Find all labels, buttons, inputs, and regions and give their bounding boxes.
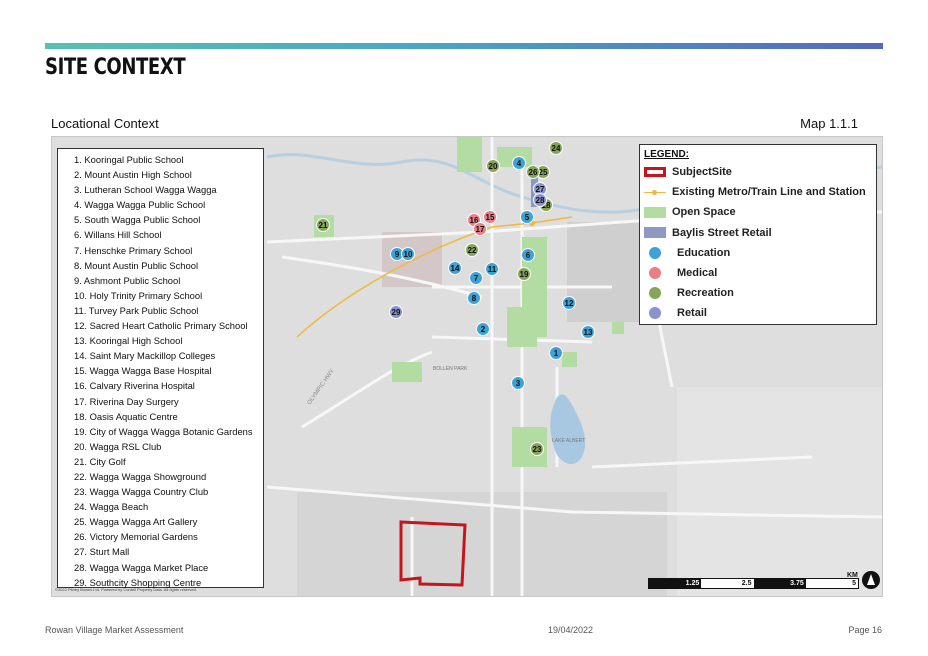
poi-item: 17. Riverina Day Surgery [74,395,179,407]
legend-item: Baylis Street Retail [644,223,876,243]
poi-item: 23. Wagga Wagga Country Club [74,486,209,498]
poi-list: 1. Kooringal Public School 2. Mount Aust… [57,148,264,588]
legend-item: Education [644,243,876,263]
poi-item: 26. Victory Memorial Gardens [74,531,198,543]
poi-item: 1. Kooringal Public School [74,154,184,165]
map-attribution: ©2022 Pitney Bowes Ltd. Powered by Corde… [55,587,197,592]
map-marker-6[interactable]: 6 [521,248,535,262]
map-marker-14[interactable]: 14 [448,261,462,275]
scale-bar: 1.25 2.5 3.75 5 [648,578,859,589]
map-marker-26[interactable]: 26 [526,165,540,179]
location-map[interactable]: BOLLEN PARK LAKE ALBERT OLYMPIC HWY 1234… [51,136,883,597]
poi-item: 25. Wagga Wagga Art Gallery [74,516,198,528]
legend-label: Existing Metro/Train Line and Station [672,186,866,199]
footer-document-title: Rowan Village Market Assessment [45,625,184,635]
poi-item: 24. Wagga Beach [74,501,149,513]
map-marker-4[interactable]: 4 [512,156,526,170]
poi-item: 12. Sacred Heart Catholic Primary School [74,320,248,332]
legend-item: Retail [644,303,876,323]
poi-item: 11. Turvey Park Public School [74,304,199,316]
map-marker-21[interactable]: 21 [316,218,330,232]
map-marker-1[interactable]: 1 [549,346,563,360]
legend-swatch-site-icon [644,167,666,178]
poi-item: 18. Oasis Aquatic Centre [74,410,178,422]
legend-title: LEGEND: [644,149,689,160]
poi-item: 8. Mount Austin Public School [74,259,199,271]
legend-label: Medical [677,267,718,280]
poi-item: 4. Wagga Wagga Public School [74,199,206,211]
poi-item: 2. Mount Austin High School [74,169,192,181]
map-marker-24[interactable]: 24 [549,141,563,155]
map-marker-10[interactable]: 10 [401,247,415,261]
poi-item: 13. Kooringal High School [74,335,183,347]
legend-label: Open Space [672,206,736,219]
scale-tick: 1.25 [649,579,702,588]
north-arrow-icon [862,571,880,589]
map-subtitle: Locational Context [51,116,159,131]
map-marker-3[interactable]: 3 [511,376,525,390]
map-marker-7[interactable]: 7 [469,271,483,285]
legend-item: Recreation [644,283,876,303]
legend-item: Existing Metro/Train Line and Station [644,182,876,202]
poi-item: 21. City Golf [74,455,126,467]
poi-item: 16. Calvary Riverina Hospital [74,380,195,392]
footer-page-number: Page 16 [848,625,882,635]
scale-tick: 2.5 [701,579,754,588]
legend-label: Retail [677,307,707,320]
poi-item: 10. Holy Trinity Primary School [74,289,203,301]
map-marker-17[interactable]: 17 [473,222,487,236]
legend-swatch-rail-icon [644,187,666,198]
poi-item: 27. Sturt Mall [74,546,130,558]
map-marker-8[interactable]: 8 [467,291,481,305]
legend-item: Open Space [644,202,876,222]
map-legend: LEGEND: SubjectSite Existing Metro/Train … [639,144,877,325]
legend-label: Baylis Street Retail [672,226,772,239]
lake-label: LAKE ALBERT [552,438,585,444]
legend-item: Medical [644,263,876,283]
legend-label: Recreation [677,287,734,300]
poi-item: 20. Wagga RSL Club [74,440,162,452]
legend-item: SubjectSite [644,162,876,182]
poi-item: 5. South Wagga Public School [74,214,201,226]
map-marker-29[interactable]: 29 [389,305,403,319]
park-label: BOLLEN PARK [433,366,468,372]
poi-item: 15. Wagga Wagga Base Hospital [74,365,212,377]
map-reference: Map 1.1.1 [800,116,858,131]
poi-item: 28. Wagga Wagga Market Place [74,561,209,573]
poi-item: 22. Wagga Wagga Showground [74,470,207,482]
poi-item: 6. Willans Hill School [74,229,162,241]
poi-item: 14. Saint Mary Mackillop Colleges [74,350,216,362]
page-title: SITE CONTEXT [45,55,186,80]
scale-tick: 3.75 [753,579,806,588]
poi-item: 3. Lutheran School Wagga Wagga [74,184,217,196]
map-marker-12[interactable]: 12 [562,296,576,310]
legend-swatch-retail-icon [644,227,666,239]
legend-swatch-dot-icon [649,307,661,320]
map-marker-22[interactable]: 22 [465,243,479,257]
legend-label: Education [677,246,731,259]
legend-swatch-open-icon [644,206,666,218]
map-marker-5[interactable]: 5 [520,210,534,224]
footer-date: 19/04/2022 [548,625,594,635]
map-marker-13[interactable]: 13 [581,325,595,339]
header-accent-bar [45,43,883,49]
map-marker-15[interactable]: 15 [483,210,497,224]
map-marker-28[interactable]: 28 [533,193,547,207]
legend-swatch-dot-icon [649,246,661,259]
scale-tick: 5 [805,579,858,588]
map-marker-20[interactable]: 20 [486,159,500,173]
legend-swatch-dot-icon [649,287,661,300]
map-marker-23[interactable]: 23 [530,442,544,456]
legend-label: SubjectSite [672,166,732,179]
poi-item: 7. Henschke Primary School [74,244,193,256]
legend-swatch-dot-icon [649,267,661,280]
map-marker-2[interactable]: 2 [476,322,490,336]
poi-item: 9. Ashmont Public School [74,274,181,286]
map-marker-11[interactable]: 11 [485,262,499,276]
poi-item: 19. City of Wagga Wagga Botanic Gardens [74,425,253,437]
map-marker-19[interactable]: 19 [517,267,531,281]
